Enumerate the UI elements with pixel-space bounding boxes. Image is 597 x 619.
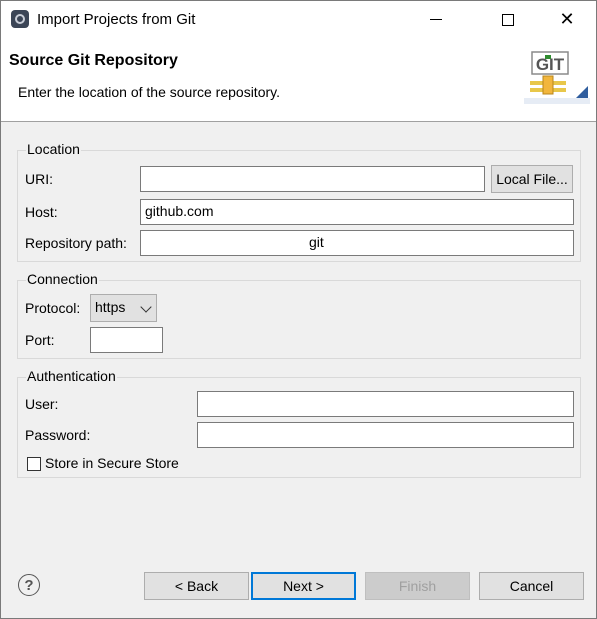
wizard-banner: Source Git Repository Enter the location… [1, 38, 596, 122]
connection-group-label: Connection [26, 271, 99, 287]
protocol-label: Protocol: [25, 300, 81, 316]
host-input[interactable]: github.com [140, 199, 574, 225]
page-description: Enter the location of the source reposit… [18, 84, 280, 100]
maximize-button[interactable] [485, 1, 531, 38]
protocol-select-value: https [95, 299, 126, 315]
user-label: User: [25, 396, 59, 412]
user-input[interactable] [197, 391, 574, 417]
protocol-select[interactable]: https [90, 294, 157, 322]
maximize-icon [502, 13, 514, 26]
import-dialog: Import Projects from Git ✕ Source Git Re… [0, 0, 597, 619]
port-label: Port: [25, 332, 55, 348]
local-file-button[interactable]: Local File... [491, 165, 573, 193]
title-bar: Import Projects from Git ✕ [1, 1, 596, 38]
close-icon: ✕ [559, 9, 575, 29]
password-input[interactable] [197, 422, 574, 448]
chevron-down-icon [140, 301, 152, 313]
finish-button[interactable]: Finish [365, 572, 470, 600]
location-group-label: Location [26, 141, 81, 157]
authentication-group-label: Authentication [26, 368, 117, 384]
repository-path-label: Repository path: [25, 235, 127, 251]
back-button[interactable]: < Back [144, 572, 249, 600]
uri-input[interactable] [140, 166, 485, 192]
repository-path-input[interactable]: git [140, 230, 574, 256]
next-button[interactable]: Next > [251, 572, 356, 600]
close-button[interactable]: ✕ [544, 1, 590, 38]
store-secure-label: Store in Secure Store [45, 455, 179, 471]
uri-label: URI: [25, 171, 53, 187]
help-icon[interactable]: ? [18, 574, 40, 596]
minimize-icon [430, 19, 442, 20]
window-title: Import Projects from Git [37, 11, 196, 28]
password-label: Password: [25, 427, 91, 443]
cancel-button[interactable]: Cancel [479, 572, 584, 600]
git-logo-icon: GIT [524, 51, 590, 104]
eclipse-icon [11, 10, 29, 28]
host-label: Host: [25, 204, 58, 220]
port-input[interactable] [90, 327, 163, 353]
minimize-button[interactable] [413, 1, 459, 38]
page-title: Source Git Repository [9, 52, 178, 69]
store-secure-checkbox[interactable] [27, 457, 41, 471]
